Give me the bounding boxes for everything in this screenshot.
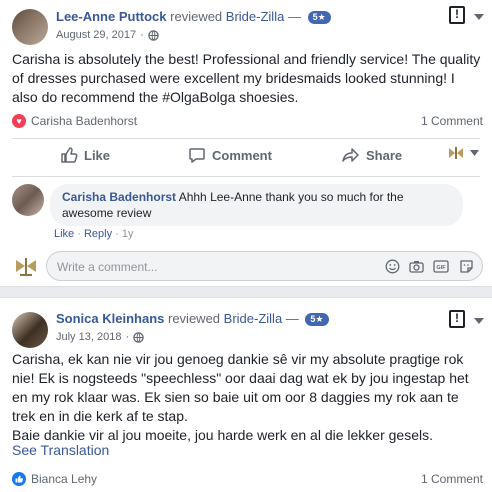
rating-badge: 5★ xyxy=(307,11,331,24)
emoji-icon[interactable] xyxy=(385,259,400,274)
page-name-link[interactable]: Bride-Zilla xyxy=(226,9,285,24)
review-meta: July 13, 2018 · xyxy=(56,331,144,343)
globe-icon xyxy=(133,331,144,343)
review-text: Carisha, ek kan nie vir jou genoeg danki… xyxy=(12,350,482,445)
reviewed-verb: reviewed xyxy=(170,9,223,24)
comment-age[interactable]: 1y xyxy=(122,228,134,240)
comment-reply-link[interactable]: Reply xyxy=(84,228,112,240)
chevron-down-icon xyxy=(470,150,479,156)
report-icon[interactable]: ! xyxy=(449,6,465,24)
meta-dot: · xyxy=(125,331,130,343)
review-card: Lee-Anne Puttock reviewed Bride-Zilla — … xyxy=(0,0,492,287)
like-label: Like xyxy=(84,147,111,163)
review-paragraph: Carisha, ek kan nie vir jou genoeg danki… xyxy=(12,351,469,424)
page-logo-icon xyxy=(16,258,36,276)
review-date[interactable]: August 29, 2017 xyxy=(56,29,136,41)
comment-bubble: Carisha Badenhorst Ahhh Lee-Anne thank y… xyxy=(50,184,463,226)
thumbs-up-icon xyxy=(61,147,78,163)
love-reaction-icon: ♥ xyxy=(12,114,26,128)
comment-count-link[interactable]: 1 Comment xyxy=(421,472,483,486)
reviewer-avatar[interactable] xyxy=(12,9,48,45)
header-dash: — xyxy=(285,311,299,326)
see-translation-link[interactable]: See Translation xyxy=(12,442,109,458)
share-label: Share xyxy=(366,147,403,163)
report-icon[interactable]: ! xyxy=(449,310,465,328)
review-date[interactable]: July 13, 2018 xyxy=(56,331,121,343)
camera-icon[interactable] xyxy=(409,259,424,274)
reviewer-name[interactable]: Lee-Anne Puttock xyxy=(56,9,167,24)
comment-input[interactable]: Write a comment... GIF xyxy=(46,251,483,281)
post-as-page-selector[interactable] xyxy=(448,146,479,160)
reviewer-name[interactable]: Sonica Kleinhans xyxy=(56,311,164,326)
options-chevron-down-icon[interactable] xyxy=(474,318,484,324)
comment-count-link[interactable]: 1 Comment xyxy=(421,114,483,128)
options-chevron-down-icon[interactable] xyxy=(474,14,484,20)
like-reaction-icon xyxy=(12,472,26,486)
page-name-link[interactable]: Bride-Zilla xyxy=(224,311,283,326)
svg-text:GIF: GIF xyxy=(436,265,446,271)
meta-dot: · xyxy=(115,228,119,240)
comment-placeholder: Write a comment... xyxy=(57,260,158,274)
meta-dot: · xyxy=(77,228,81,240)
header-dash: — xyxy=(287,9,301,24)
divider xyxy=(12,138,480,139)
review-text: Carisha is absolutely the best! Professi… xyxy=(12,51,481,105)
comment-bubble-icon xyxy=(189,148,205,163)
comment-author[interactable]: Carisha Badenhorst xyxy=(62,190,176,204)
meta-dot: · xyxy=(140,29,144,41)
reviewed-verb: reviewed xyxy=(168,311,221,326)
review-header: Lee-Anne Puttock reviewed Bride-Zilla — … xyxy=(56,9,331,24)
reviewer-avatar[interactable] xyxy=(12,312,48,348)
review-meta: August 29, 2017 · xyxy=(56,29,159,41)
sticker-icon[interactable] xyxy=(459,259,474,274)
globe-icon xyxy=(148,29,159,41)
review-header: Sonica Kleinhans reviewed Bride-Zilla — … xyxy=(56,311,329,326)
divider xyxy=(12,176,480,177)
share-button[interactable]: Share xyxy=(342,146,402,164)
comment-button[interactable]: Comment xyxy=(188,146,272,164)
page-avatar xyxy=(12,252,40,280)
commenter-avatar[interactable] xyxy=(12,184,44,216)
share-arrow-icon xyxy=(342,148,359,162)
reaction-summary[interactable]: Bianca Lehy xyxy=(12,472,97,486)
comment-like-link[interactable]: Like xyxy=(54,228,74,240)
like-button[interactable]: Like xyxy=(60,146,110,164)
page-logo-icon xyxy=(449,147,463,159)
gif-icon[interactable]: GIF xyxy=(433,259,449,274)
reactor-name: Carisha Badenhorst xyxy=(31,114,138,128)
reactor-name: Bianca Lehy xyxy=(31,472,98,486)
reaction-summary[interactable]: ♥ Carisha Badenhorst xyxy=(12,114,137,128)
rating-badge: 5★ xyxy=(305,313,329,326)
comment-label: Comment xyxy=(212,147,272,163)
comment-actions: Like · Reply · 1y xyxy=(54,228,134,240)
